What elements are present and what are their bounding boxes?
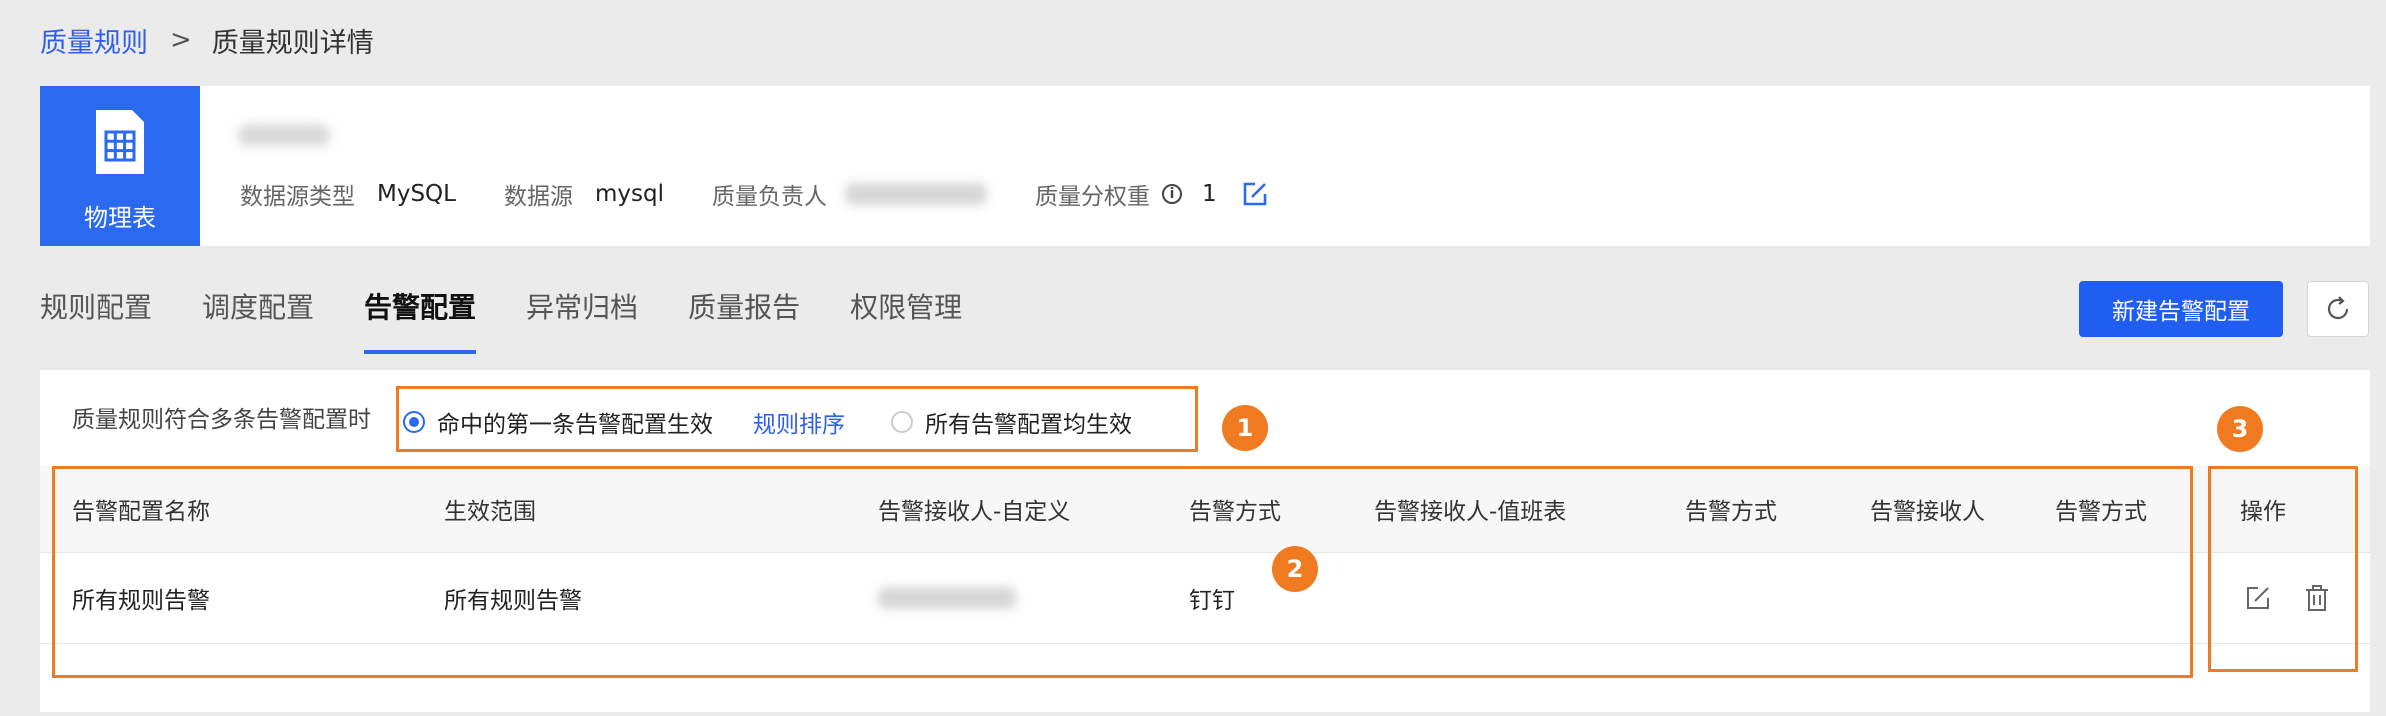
header-receiver-duty: 告警接收人-值班表 bbox=[1374, 499, 1567, 525]
alert-mode-label: 质量规则符合多条告警配置时 bbox=[72, 407, 371, 433]
source-type-label: 数据源类型 bbox=[240, 184, 355, 210]
radio-first-match-dot[interactable] bbox=[403, 411, 425, 433]
breadcrumb: 质量规则 > 质量规则详情 bbox=[40, 18, 374, 62]
header-method-custom: 告警方式 bbox=[1189, 499, 1281, 525]
table-header: 告警配置名称 生效范围 告警接收人-自定义 告警方式 告警接收人-值班表 告警方… bbox=[40, 466, 2370, 553]
table-row: 所有规则告警 所有规则告警 钉钉 bbox=[40, 553, 2370, 644]
tab-quality-report[interactable]: 质量报告 bbox=[688, 280, 800, 354]
table-type-block: 物理表 bbox=[40, 86, 200, 246]
alert-mode-radio-group: 命中的第一条告警配置生效 规则排序 所有告警配置均生效 bbox=[403, 394, 1233, 450]
header-receiver-custom: 告警接收人-自定义 bbox=[878, 499, 1071, 525]
tab-schedule-config[interactable]: 调度配置 bbox=[202, 280, 314, 354]
edit-icon[interactable] bbox=[2243, 583, 2273, 613]
table-info-card: 物理表 数据源类型 MySQL 数据源 mysql 质量负责人 质量分权重 i … bbox=[40, 86, 2370, 246]
rule-sort-link[interactable]: 规则排序 bbox=[753, 405, 845, 439]
header-method: 告警方式 bbox=[2055, 499, 2147, 525]
cell-config-name: 所有规则告警 bbox=[72, 588, 210, 614]
header-method-duty: 告警方式 bbox=[1685, 499, 1777, 525]
cell-method-custom: 钉钉 bbox=[1189, 588, 1235, 614]
header-config-name: 告警配置名称 bbox=[72, 499, 210, 525]
breadcrumb-parent-link[interactable]: 质量规则 bbox=[40, 21, 148, 60]
radio-first-match[interactable]: 命中的第一条告警配置生效 bbox=[403, 405, 713, 439]
receiver-redacted bbox=[878, 587, 1016, 609]
radio-first-match-label: 命中的第一条告警配置生效 bbox=[437, 412, 713, 438]
header-scope: 生效范围 bbox=[444, 499, 536, 525]
source-value: mysql bbox=[594, 181, 664, 207]
table-type-label: 物理表 bbox=[84, 204, 156, 232]
annotation-badge-1: 1 bbox=[1222, 405, 1268, 451]
tab-bar: 规则配置 调度配置 告警配置 异常归档 质量报告 权限管理 bbox=[40, 280, 1012, 354]
table-grid-icon bbox=[96, 110, 144, 174]
tab-permission[interactable]: 权限管理 bbox=[850, 280, 962, 354]
radio-all-effective[interactable]: 所有告警配置均生效 bbox=[891, 405, 1132, 439]
row-delete-button[interactable] bbox=[2302, 553, 2332, 643]
tab-exception-archive[interactable]: 异常归档 bbox=[526, 280, 638, 354]
weight-value: 1 bbox=[1201, 181, 1217, 207]
source-label: 数据源 bbox=[503, 184, 573, 210]
table-name-redacted bbox=[238, 124, 330, 146]
refresh-button[interactable] bbox=[2307, 281, 2369, 337]
info-icon[interactable]: i bbox=[1161, 184, 1182, 204]
edit-weight-icon[interactable] bbox=[1241, 180, 1269, 208]
header-operations: 操作 bbox=[2240, 499, 2286, 525]
refresh-icon bbox=[2327, 296, 2349, 320]
breadcrumb-separator: > bbox=[170, 25, 192, 55]
radio-all-effective-label: 所有告警配置均生效 bbox=[925, 412, 1132, 438]
header-receiver: 告警接收人 bbox=[1870, 499, 1985, 525]
annotation-badge-3: 3 bbox=[2217, 406, 2263, 452]
weight-label: 质量分权重 bbox=[1034, 184, 1150, 210]
alert-config-panel: 质量规则符合多条告警配置时 命中的第一条告警配置生效 规则排序 所有告警配置均生… bbox=[40, 370, 2370, 712]
cell-scope: 所有规则告警 bbox=[444, 588, 582, 614]
tab-rule-config[interactable]: 规则配置 bbox=[40, 280, 152, 354]
row-edit-button[interactable] bbox=[2243, 553, 2273, 643]
breadcrumb-current: 质量规则详情 bbox=[211, 27, 374, 59]
radio-all-effective-dot[interactable] bbox=[891, 411, 913, 433]
annotation-badge-2: 2 bbox=[1272, 546, 1318, 592]
source-type-value: MySQL bbox=[377, 181, 456, 207]
table-meta-row: 数据源类型 MySQL 数据源 mysql 质量负责人 质量分权重 i 1 bbox=[240, 174, 1269, 214]
tab-alert-config[interactable]: 告警配置 bbox=[364, 280, 477, 354]
trash-icon[interactable] bbox=[2302, 583, 2332, 613]
owner-value-redacted bbox=[844, 183, 987, 205]
owner-label: 质量负责人 bbox=[711, 184, 827, 210]
new-alert-config-button[interactable]: 新建告警配置 bbox=[2079, 281, 2283, 337]
cell-receiver-custom bbox=[878, 553, 1016, 643]
